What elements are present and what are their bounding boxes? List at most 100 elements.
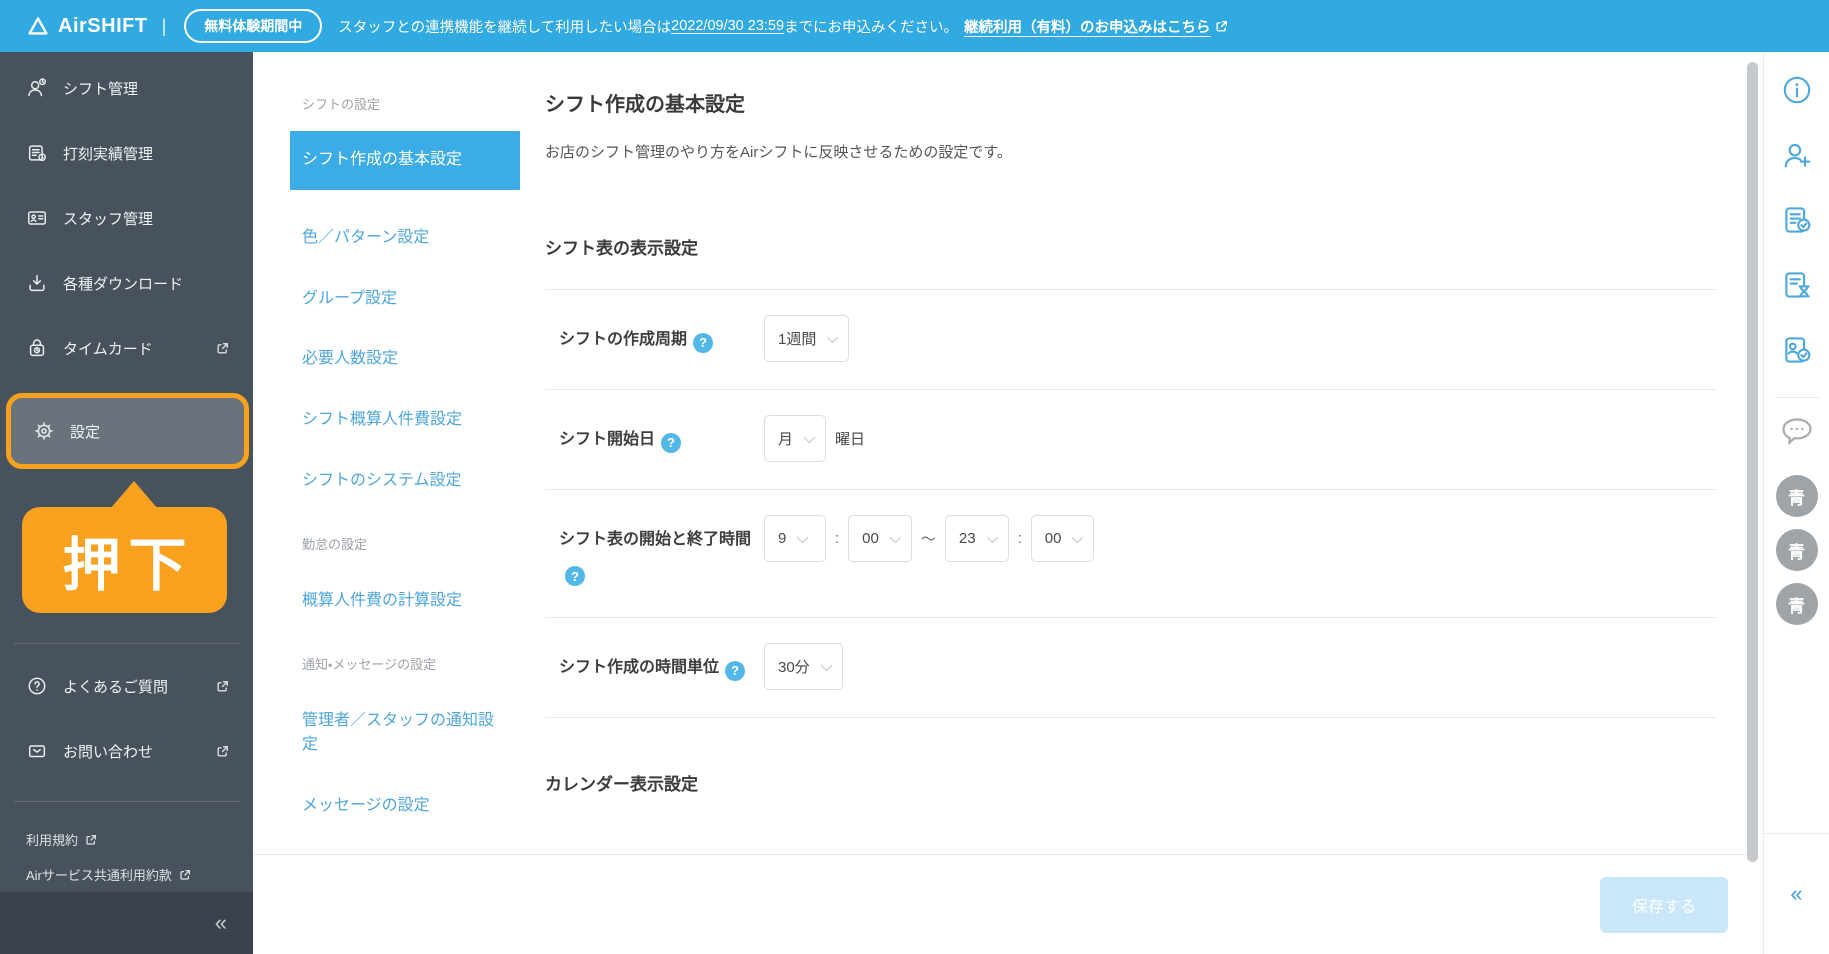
sidebar-collapse-button[interactable]: « <box>215 912 227 934</box>
sidebar-item-settings[interactable]: 設定 <box>21 411 236 451</box>
start-hour-select[interactable]: 9 <box>764 515 826 562</box>
row-label-text: シフト表の開始と終了時間 <box>559 531 752 548</box>
info-icon <box>1783 76 1810 104</box>
nav-item-color-pattern[interactable]: 色／パターン設定 <box>290 226 520 251</box>
chevron-down-icon <box>797 531 809 543</box>
time-tilde: ～ <box>920 531 936 548</box>
external-link-icon <box>216 745 229 758</box>
speech-bubble-icon <box>1781 418 1812 446</box>
staff-avatar[interactable]: 青 <box>1775 583 1818 625</box>
sidebar-item-label: タイムカード <box>63 340 153 358</box>
staff-avatar[interactable]: 青 <box>1775 475 1818 517</box>
document-check-icon <box>1784 207 1810 233</box>
time-unit-select[interactable]: 30分 <box>764 643 843 691</box>
shift-confirm-button[interactable] <box>1777 200 1817 240</box>
question-circle-icon <box>26 675 48 697</box>
help-icon[interactable]: ? <box>661 432 682 453</box>
sidebar-item-faq[interactable]: よくあるご質問 <box>14 666 241 706</box>
help-icon[interactable]: ? <box>565 566 585 587</box>
settings-nav: シフトの設定 シフト作成の基本設定 色／パターン設定 グループ設定 必要人数設定… <box>253 52 537 954</box>
terms-link[interactable]: 利用規約 <box>26 830 227 849</box>
time-unit-value: 30分 <box>778 659 810 677</box>
nav-item-shift-basic-settings[interactable]: シフト作成の基本設定 <box>290 131 520 190</box>
sidebar-item-label: 設定 <box>70 423 101 441</box>
start-hour-value: 9 <box>778 530 787 547</box>
nav-item-shift-system[interactable]: シフトのシステム設定 <box>290 469 520 494</box>
sidebar-divider <box>14 801 241 802</box>
sidebar-item-contact[interactable]: お問い合わせ <box>14 731 241 771</box>
terms-link-label: 利用規約 <box>26 833 79 848</box>
section-heading-calendar-display: カレンダー表示設定 <box>545 775 698 795</box>
nav-item-required-staff[interactable]: 必要人数設定 <box>290 347 520 372</box>
row-label: シフト開始日? <box>559 415 764 457</box>
airshift-app: AirSHIFT | 無料体験期間中 スタッフとの連携機能を継続して利用したい場… <box>0 0 1829 954</box>
sidebar-item-time-record[interactable]: 打刻実績管理 <box>14 133 241 173</box>
sidebar-footer: « <box>0 892 253 954</box>
sidebar-item-timecard[interactable]: タイムカード <box>14 328 241 368</box>
external-link-icon <box>1216 20 1227 32</box>
download-icon <box>26 272 48 294</box>
topbar: AirSHIFT | 無料体験期間中 スタッフとの連携機能を継続して利用したい場… <box>0 0 1829 52</box>
section-heading-shift-display: シフト表の表示設定 <box>545 239 698 258</box>
trial-badge: 無料体験期間中 <box>184 9 323 43</box>
shift-cycle-value: 1週間 <box>778 331 817 348</box>
help-icon[interactable]: ? <box>725 660 746 681</box>
staff-status-button[interactable] <box>1777 330 1817 370</box>
add-staff-button[interactable] <box>1777 135 1817 175</box>
chevron-down-icon <box>820 659 832 671</box>
nav-item-group[interactable]: グループ設定 <box>290 287 520 312</box>
air-triangle-logo-icon <box>26 14 50 38</box>
save-button[interactable]: 保存する <box>1599 876 1728 933</box>
sidebar-item-label: スタッフ管理 <box>63 210 154 228</box>
rail-collapse-button[interactable]: « <box>1790 883 1802 905</box>
shift-pending-button[interactable] <box>1777 265 1817 305</box>
main-content: シフト作成の基本設定 お店のシフト管理のやり方をAirシフトに反映させるための設… <box>537 52 1746 854</box>
rail-footer: « <box>1764 833 1829 954</box>
staff-avatar[interactable]: 青 <box>1775 529 1818 571</box>
sidebar-item-shift-management[interactable]: シフト管理 <box>14 68 241 108</box>
end-hour-select[interactable]: 23 <box>944 515 1009 562</box>
form-row-time-unit: シフト作成の時間単位? 30分 <box>545 617 1716 717</box>
card-person-check-icon <box>1784 337 1810 363</box>
end-hour-value: 23 <box>958 530 976 547</box>
row-label: シフトの作成周期? <box>559 315 764 357</box>
sidebar-item-downloads[interactable]: 各種ダウンロード <box>14 263 241 303</box>
row-label-text: シフト開始日 <box>559 431 656 448</box>
paid-signup-link[interactable]: 継続利用（有料）のお申込みはこちら <box>964 16 1228 37</box>
end-minute-value: 00 <box>1044 530 1062 547</box>
chevron-down-icon <box>889 531 901 543</box>
start-day-select[interactable]: 月 <box>764 415 827 462</box>
sidebar-item-staff-management[interactable]: スタッフ管理 <box>14 198 241 238</box>
brand-logo[interactable]: AirSHIFT <box>26 14 148 38</box>
sidebar-item-label: よくあるご質問 <box>63 678 169 696</box>
nav-item-labor-cost-estimate[interactable]: シフト概算人件費設定 <box>290 408 520 433</box>
chevron-down-icon <box>986 531 998 543</box>
chat-button[interactable] <box>1777 410 1817 450</box>
nav-item-message-settings[interactable]: メッセージの設定 <box>290 794 520 819</box>
sidebar-item-label: シフト管理 <box>63 80 139 98</box>
start-minute-value: 00 <box>862 530 879 547</box>
nav-section-attendance: 勤怠の設定 <box>302 536 368 552</box>
sidebar-item-label: 各種ダウンロード <box>63 275 184 293</box>
help-icon[interactable]: ? <box>693 332 714 353</box>
nav-item-notification-settings[interactable]: 管理者／スタッフの通知設定 <box>290 709 520 759</box>
settings-highlight-frame: 設定 <box>6 393 249 469</box>
person-add-icon <box>1784 143 1810 168</box>
sidebar-item-label: お問い合わせ <box>63 743 154 761</box>
page-title: シフト作成の基本設定 <box>545 94 745 116</box>
notice-deadline: 2022/09/30 23:59 <box>671 18 785 34</box>
start-minute-select[interactable]: 00 <box>848 515 912 562</box>
brand-separator: | <box>161 15 167 36</box>
form-divider <box>545 717 1716 719</box>
shift-cycle-select[interactable]: 1週間 <box>764 315 850 362</box>
person-clock-icon <box>26 77 48 99</box>
info-button[interactable] <box>1777 70 1817 110</box>
document-hourglass-icon <box>1784 272 1810 298</box>
nav-item-labor-cost-calc[interactable]: 概算人件費の計算設定 <box>290 589 520 614</box>
main-scrollbar[interactable] <box>1747 62 1758 862</box>
end-minute-select[interactable]: 00 <box>1030 515 1095 562</box>
row-label: シフト作成の時間単位? <box>559 643 764 685</box>
press-callout-label: 押下 <box>62 533 195 598</box>
air-common-terms-link[interactable]: Airサービス共通利用約款 <box>26 865 227 884</box>
rail-divider <box>1774 397 1819 398</box>
